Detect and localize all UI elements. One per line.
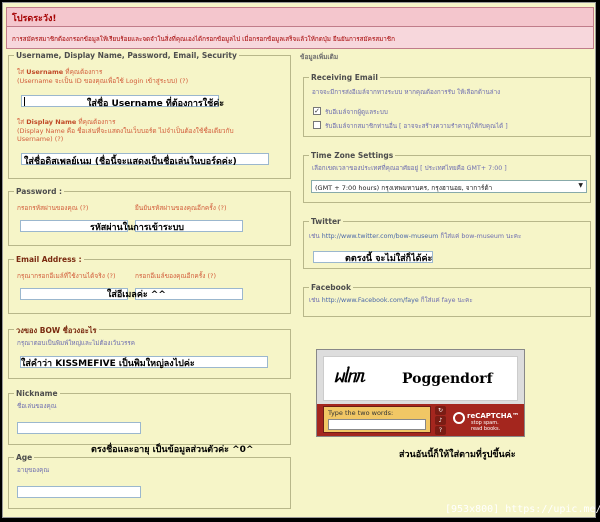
security-instruction: ใส่คำว่า KISSMEFIVE เป็นพิมใหญ่ลงไปค่ะ [21, 359, 195, 369]
nickname-legend: Nickname [14, 389, 60, 398]
twitter-legend: Twitter [309, 217, 343, 226]
option-member-email-label: รับอีเมล์จากสมาชิกท่านอื่น [ อาจจะสร้างค… [325, 123, 508, 130]
password-fieldset [8, 191, 291, 246]
captcha-word-2: Poggendorf [402, 371, 493, 387]
username-caret [24, 97, 25, 106]
facebook-hint: เช่น http://www.Facebook.com/faye ก็ใส่แ… [309, 297, 473, 304]
security-hint: กรุณาตอบเป็นพิมพ์ใหญ่และไม่ต้องเว้นวรรค [17, 340, 136, 347]
recaptcha-logo: reCAPTCHA™ stop spam. read books. [451, 407, 521, 433]
recaptcha-widget: ᥕᥣᥒᥰ Poggendorf Type the two words: ↻ ♪ … [316, 349, 525, 437]
extra-info-title: ข้อมูลเพิ่มเติม [300, 53, 339, 61]
alert-message: การสมัครสมาชิกต้องกรอกข้อมูลให้เรียบร้อย… [6, 27, 594, 49]
email-confirm-label: กรอกอีเมล์ของคุณอีกครั้ง (?) [135, 272, 217, 280]
password-legend: Password : [14, 187, 65, 196]
password-label: กรอกรหัสผ่านของคุณ (?) [17, 204, 89, 212]
captcha-controls: Type the two words: ↻ ♪ ? reCAPTCHA™ sto… [317, 404, 524, 436]
receiving-email-hint: อาจจะมีการส่งอีเมล์จากทางระบบ หากคุณต้อง… [312, 89, 501, 96]
registration-page: โปรดระวัง! การสมัครสมาชิกต้องกรอกข้อมูลใ… [2, 2, 596, 518]
captcha-instruction: ส่วนอันนี้ก็ให้ใส่ตามที่รูปขึ้นค่ะ [399, 450, 516, 460]
twitter-hint: เช่น http://www.twitter.com/bow-museum ก… [309, 233, 522, 240]
age-input[interactable] [17, 486, 141, 498]
username-instruction: ใส่ชื่อ Username ที่ต้องการใช้ค่ะ [87, 99, 225, 109]
age-legend: Age [14, 453, 35, 462]
captcha-entry: Type the two words: [323, 406, 431, 433]
nickname-input[interactable] [17, 422, 141, 434]
password-confirm-label: ยืนยันรหัสผ่านของคุณอีกครั้ง (?) [135, 204, 227, 212]
captcha-word-1: ᥕᥣᥒᥰ [334, 367, 365, 387]
security-legend: วงของ BOW ชื่อวงอะไร [14, 325, 99, 337]
chevron-down-icon[interactable]: ▼ [578, 182, 583, 189]
twitter-example-link[interactable]: http://www.twitter.com/bow-museum [322, 233, 439, 240]
username-hint: (Username จะเป็น ID ของคุณเพื่อใช้ Login… [17, 77, 189, 85]
alert-title: โปรดระวัง! [6, 7, 594, 27]
captcha-image: ᥕᥣᥒᥰ Poggendorf [323, 356, 518, 401]
personal-info-note: ตรงชื่อและอายุ เป็นข้อมูลส่วนตัวค่ะ ^0^ [91, 445, 254, 455]
display-name-instruction: ใส่ชื่อดิสเพลย์เนม (ชื่อนี้จะแสดงเป็นชื่… [24, 157, 237, 167]
audio-icon[interactable]: ♪ [435, 416, 446, 425]
option-admin-email-checkbox[interactable]: ✓ [313, 107, 321, 115]
password-instruction: รหัสผ่านในการเข้าระบบ [90, 223, 184, 233]
age-hint: อายุของคุณ [17, 467, 50, 474]
captcha-input[interactable] [328, 419, 426, 430]
twitter-instruction: ตตรงนี้ จะไม่ใส่ก็ได้ค่ะ [345, 254, 433, 264]
nickname-hint: ชื่อเล่นของคุณ [17, 403, 57, 410]
age-fieldset [8, 457, 291, 509]
timezone-hint: เลือกเขตเวลาของประเทศที่คุณอาศัยอยู่ [ ป… [312, 165, 507, 172]
captcha-prompt: Type the two words: [328, 409, 394, 417]
recaptcha-tagline: stop spam. read books. [471, 420, 501, 432]
facebook-legend: Facebook [309, 283, 353, 292]
email-label: กรุณากรอกอีเมล์ที่ใช้งานได้จริง (?) [17, 272, 116, 280]
image-watermark: [953x800] https://upic.me/ [445, 504, 600, 515]
timezone-legend: Time Zone Settings [309, 151, 396, 160]
facebook-example-link[interactable]: http://www.Facebook.com/faye [322, 297, 419, 304]
refresh-icon[interactable]: ↻ [435, 406, 446, 415]
timezone-select[interactable]: (GMT + 7:00 hours) กรุงเทพมหานคร, กรุงฮา… [311, 180, 587, 193]
receiving-email-legend: Receiving Email [309, 73, 380, 82]
recaptcha-brand: reCAPTCHA™ [467, 412, 520, 420]
option-member-email-checkbox[interactable] [313, 121, 321, 129]
recaptcha-logo-icon [453, 412, 465, 424]
timezone-selected-value: (GMT + 7:00 hours) กรุงเทพมหานคร, กรุงฮา… [315, 184, 493, 192]
display-name-hint-2: Username) (?) [17, 135, 64, 143]
option-admin-email-label: รับอีเมล์จากผู้ดูแลระบบ [325, 109, 388, 116]
email-instruction: ใส่อีเมลค่ะ ^^ [107, 290, 166, 300]
help-icon[interactable]: ? [435, 426, 446, 435]
account-legend: Username, Display Name, Password, Email,… [14, 51, 239, 60]
email-legend: Email Address : [14, 255, 84, 264]
